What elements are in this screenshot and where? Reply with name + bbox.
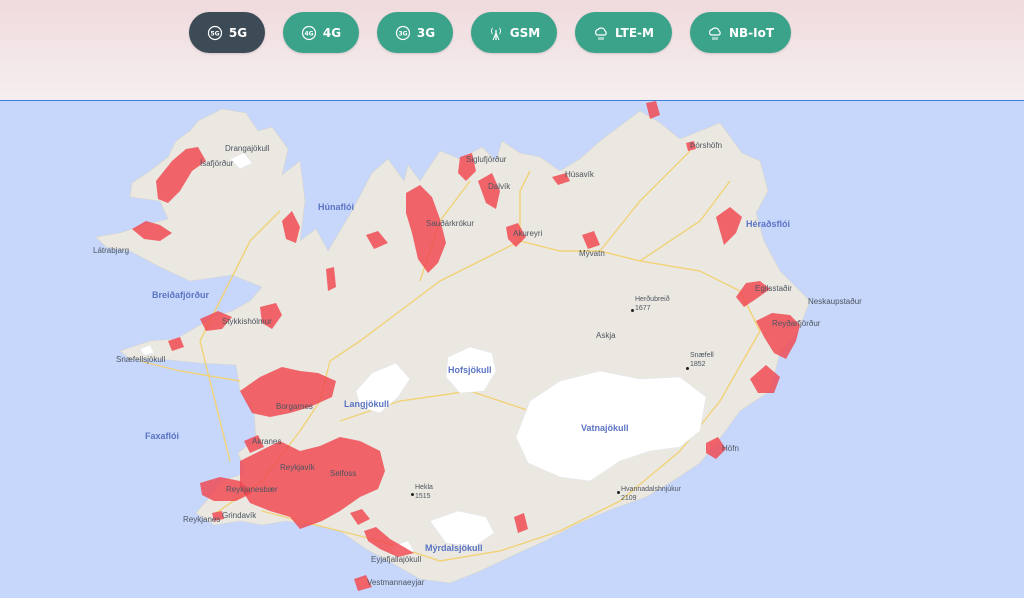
place-label-thorshofn: Þórshöfn	[690, 141, 723, 150]
sea-label-faxafloi: Faxaflói	[145, 431, 180, 441]
peak-marker-hekla	[411, 493, 414, 496]
filter-4g-label: 4G	[322, 25, 342, 40]
glacier-label-vatnajokull: Vatnajökull	[581, 423, 629, 433]
glacier-label-hofsjokull: Hofsjökull	[448, 365, 492, 375]
sea-label-heradsfloi: Héraðsflói	[746, 219, 791, 229]
place-label-dalvik: Dalvík	[488, 182, 511, 191]
place-label-husavik: Húsavík	[565, 170, 594, 179]
sea-label-breidafjordur: Breiðafjörður	[152, 290, 210, 300]
filter-nb-iot-button[interactable]: NB-IoT	[690, 12, 791, 53]
svg-text:4G: 4G	[304, 30, 313, 37]
place-label-neskaupstadur: Neskaupstaður	[808, 297, 862, 306]
iceland-map-svg[interactable]	[0, 101, 1024, 598]
place-label-stykkisholmur: Stykkishólmur	[222, 317, 272, 326]
place-label-reykjanes: Reykjanes	[183, 515, 221, 524]
filter-gsm-button[interactable]: GSM	[471, 12, 557, 53]
filter-5g-label: 5G	[228, 25, 248, 40]
place-label-hofn: Höfn	[722, 444, 739, 453]
4g-icon: 4G	[301, 25, 316, 40]
svg-text:3G: 3G	[398, 30, 407, 37]
peak-marker-herdubreid	[631, 309, 634, 312]
5g-icon: 5G	[207, 25, 222, 40]
place-label-vestmannaeyjar: Vestmannaeyjar	[367, 578, 425, 587]
filter-nb-iot-label: NB-IoT	[728, 25, 775, 40]
filter-3g-button[interactable]: 3G 3G	[377, 12, 453, 53]
peak-label-hvannadalshnjukur: Hvannadalshnjúkur 2109	[621, 486, 681, 502]
glacier-label-langjokull: Langjökull	[344, 399, 389, 409]
peak-label-hekla: Hekla 1515	[415, 484, 433, 500]
peak-label-herdubreid: Herðubreið 1677	[635, 296, 670, 312]
cloud-signal-icon	[708, 26, 721, 40]
place-label-selfoss: Selfoss	[330, 469, 357, 478]
cloud-signal-icon	[595, 26, 607, 40]
filter-lte-m-label: LTE-M	[615, 25, 654, 40]
place-label-isafjordur: Ísafjörður	[200, 159, 234, 168]
place-label-myvatn: Mývatn	[579, 249, 605, 258]
filter-3g-label: 3G	[416, 25, 436, 40]
place-label-askja: Askja	[596, 331, 616, 340]
place-label-eyjafjallajokull: Eyjafjallajökull	[371, 555, 422, 564]
place-label-snaefellsjokull: Snæfellsjökull	[116, 355, 166, 364]
place-label-keflavik: Reykjanesbær	[226, 485, 278, 494]
svg-text:5G: 5G	[210, 30, 219, 37]
place-label-egilsstadir: Egilsstaðir	[755, 284, 792, 293]
glacier-label-myrdalsjokull: Mýrdalsjökull	[425, 543, 483, 553]
place-label-latrabjarg: Látrabjarg	[93, 246, 130, 255]
place-label-saudarkrokur: Sauðárkrókur	[426, 219, 475, 228]
place-label-siglufjordur: Siglufjörður	[466, 155, 507, 164]
coverage-map[interactable]: Húnaflói Breiðafjörður Faxaflói Héraðsfl…	[0, 101, 1024, 598]
filter-gsm-label: GSM	[509, 25, 541, 40]
iceland-landmass	[95, 108, 811, 584]
antenna-icon	[490, 27, 501, 40]
peak-marker-hvannadalshnjukur	[617, 491, 620, 494]
place-label-reykjavik: Reykjavík	[280, 463, 315, 472]
place-label-grindavik: Grindavík	[222, 511, 257, 520]
place-label-borgarnes: Borgarnes	[276, 402, 313, 411]
peak-label-snaefell: Snæfell 1852	[690, 352, 714, 368]
peak-marker-snaefell	[686, 367, 689, 370]
sea-label-hunafloi: Húnaflói	[318, 202, 354, 212]
3g-icon: 3G	[395, 25, 410, 40]
place-label-drangajokull: Drangajökull	[225, 144, 270, 153]
place-label-akranes: Akranes	[252, 437, 282, 446]
filter-lte-m-button[interactable]: LTE-M	[575, 12, 672, 53]
filter-4g-button[interactable]: 4G 4G	[283, 12, 359, 53]
network-filter-bar: 5G 5G 4G 4G 3G 3G GSM LTE-M NB-IoT	[0, 0, 1024, 101]
place-label-reydarfjordur: Reyðarfjörður	[772, 319, 821, 328]
filter-5g-button[interactable]: 5G 5G	[189, 12, 265, 53]
place-label-akureyri: Akureyri	[513, 229, 543, 238]
